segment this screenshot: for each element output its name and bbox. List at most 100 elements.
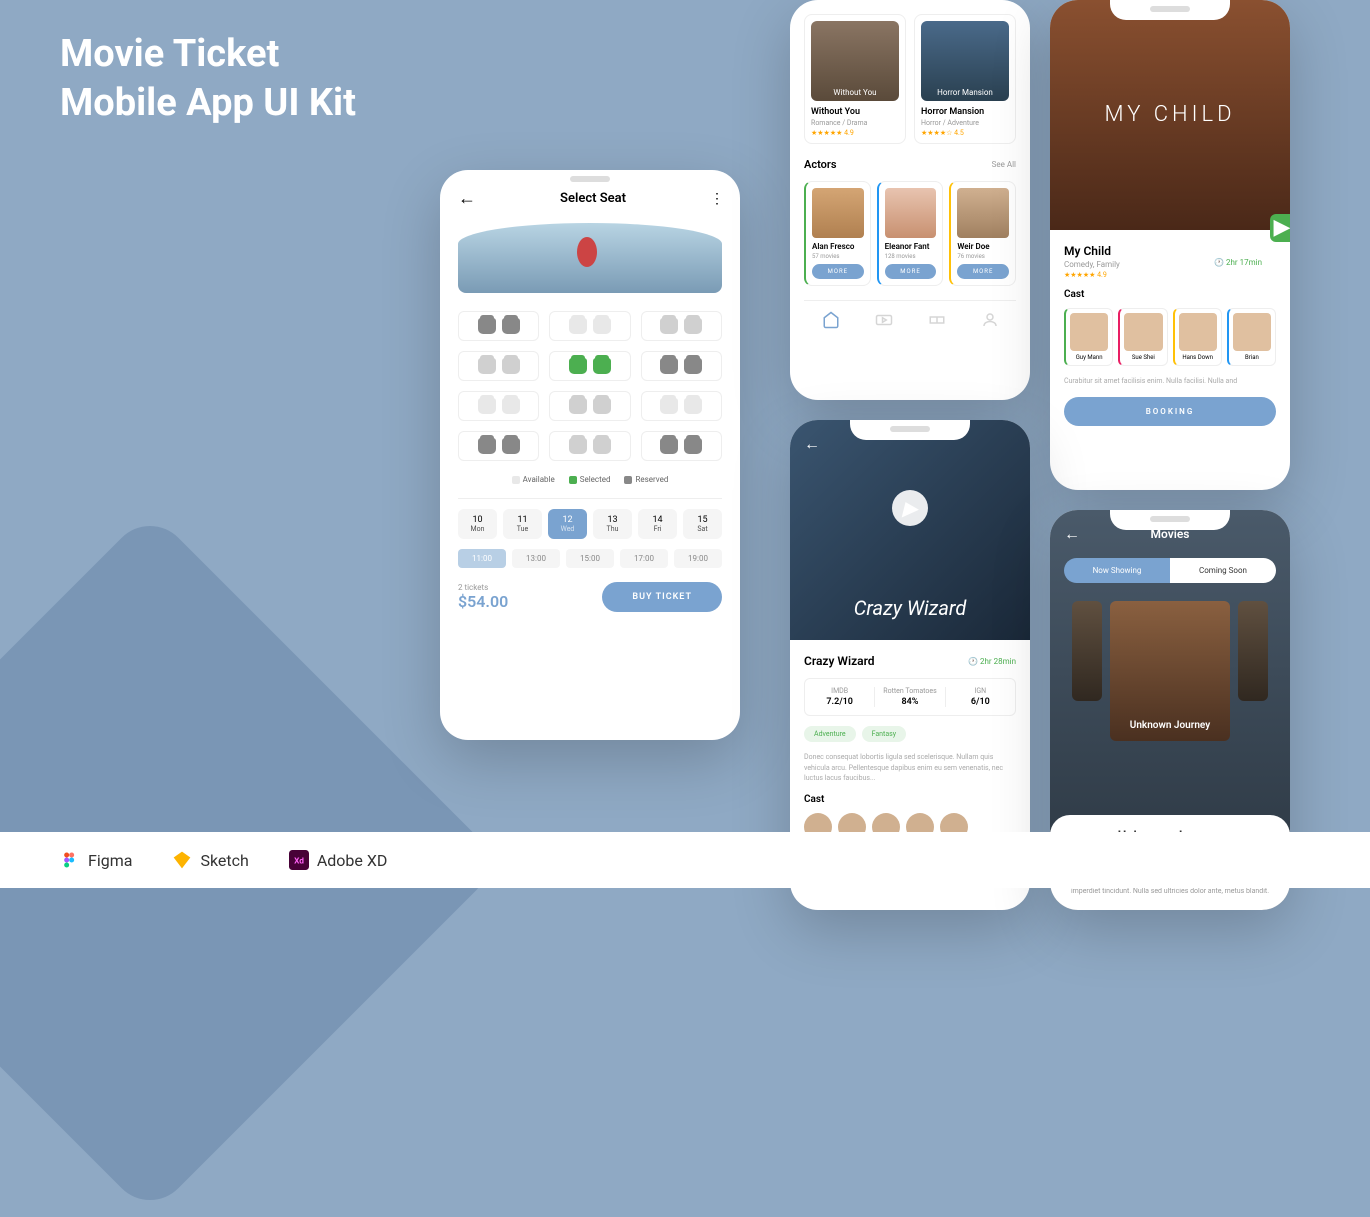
date-option[interactable]: 10Mon bbox=[458, 509, 497, 539]
seat[interactable] bbox=[569, 318, 587, 334]
more-button[interactable]: MORE bbox=[957, 264, 1009, 279]
carousel-item[interactable] bbox=[1238, 601, 1268, 701]
genre-tag[interactable]: Adventure bbox=[804, 726, 856, 742]
tool-xd: Xd Adobe XD bbox=[289, 850, 388, 870]
ratings-panel: IMDB7.2/10 Rotten Tomatoes84% IGN6/10 bbox=[804, 678, 1016, 716]
cast-card[interactable]: Sue Shei bbox=[1118, 308, 1167, 366]
description: Curabitur sit amet facilisis enim. Nulla… bbox=[1064, 376, 1276, 387]
tab-now-showing[interactable]: Now Showing bbox=[1064, 558, 1170, 583]
movie-title: My Child bbox=[1064, 244, 1276, 258]
bottom-nav bbox=[804, 300, 1016, 329]
section-title: Actors bbox=[804, 158, 836, 171]
seat[interactable] bbox=[502, 398, 520, 414]
seat[interactable] bbox=[502, 358, 520, 374]
play-button[interactable]: ▶ bbox=[1270, 214, 1290, 242]
phone-select-seat: ← Select Seat ⋮ Available Selected Reser… bbox=[440, 170, 740, 740]
date-option[interactable]: 15Sat bbox=[683, 509, 722, 539]
actor-card[interactable]: Alan Fresco 57 movies MORE bbox=[804, 181, 871, 286]
cast-card[interactable]: Guy Mann bbox=[1064, 308, 1113, 366]
actor-card[interactable]: Eleanor Fant 128 movies MORE bbox=[877, 181, 944, 286]
back-icon[interactable]: ← bbox=[458, 188, 476, 209]
seat-grid bbox=[458, 311, 722, 461]
xd-icon: Xd bbox=[289, 850, 309, 870]
seat[interactable] bbox=[569, 398, 587, 414]
seat[interactable] bbox=[502, 438, 520, 454]
movie-banner bbox=[458, 223, 722, 293]
cast-photo bbox=[1070, 313, 1108, 351]
home-icon[interactable] bbox=[822, 311, 840, 329]
seat[interactable] bbox=[478, 358, 496, 374]
phone-movie-list: Without You Without You Romance / Drama … bbox=[790, 0, 1030, 400]
more-button[interactable]: MORE bbox=[812, 264, 864, 279]
star-rating: ★★★★★ 4.9 bbox=[1064, 271, 1276, 279]
cast-card[interactable]: Hans Down bbox=[1173, 308, 1222, 366]
booking-button[interactable]: BOOKING bbox=[1064, 397, 1276, 426]
movie-card[interactable]: Without You Without You Romance / Drama … bbox=[804, 14, 906, 144]
tool-figma: Figma bbox=[60, 850, 132, 870]
screen-title: Select Seat bbox=[476, 191, 710, 206]
cast-label: Cast bbox=[1064, 289, 1276, 300]
date-option[interactable]: 12Wed bbox=[548, 509, 587, 539]
seat[interactable] bbox=[684, 318, 702, 334]
seat[interactable] bbox=[593, 438, 611, 454]
seat[interactable] bbox=[660, 438, 678, 454]
seat[interactable] bbox=[478, 318, 496, 334]
profile-icon[interactable] bbox=[981, 311, 999, 329]
seat[interactable] bbox=[660, 398, 678, 414]
seat[interactable] bbox=[684, 438, 702, 454]
date-option[interactable]: 14Fri bbox=[638, 509, 677, 539]
movie-card[interactable]: Horror Mansion Horror Mansion Horror / A… bbox=[914, 14, 1016, 144]
seat[interactable] bbox=[593, 398, 611, 414]
cast-photo bbox=[1179, 313, 1217, 351]
total-price: $54.00 bbox=[458, 592, 508, 611]
page-title: Movie Ticket Mobile App UI Kit bbox=[60, 30, 356, 129]
seat[interactable] bbox=[478, 398, 496, 414]
time-option[interactable]: 19:00 bbox=[674, 549, 722, 568]
actor-photo bbox=[957, 188, 1009, 238]
seat[interactable] bbox=[569, 438, 587, 454]
seat-legend: Available Selected Reserved bbox=[458, 475, 722, 484]
movie-carousel[interactable]: Unknown Journey bbox=[1064, 601, 1276, 741]
play-button[interactable]: ▶ bbox=[892, 490, 928, 526]
cast-photo bbox=[1124, 313, 1162, 351]
seat[interactable] bbox=[593, 358, 611, 374]
seat[interactable] bbox=[502, 318, 520, 334]
seat[interactable] bbox=[660, 358, 678, 374]
time-option[interactable]: 17:00 bbox=[620, 549, 668, 568]
ticket-icon[interactable] bbox=[928, 311, 946, 329]
date-picker: 10Mon 11Tue 12Wed 13Thu 14Fri 15Sat bbox=[458, 498, 722, 539]
figma-icon bbox=[60, 850, 80, 870]
description: Donec consequat lobortis ligula sed scel… bbox=[804, 752, 1016, 784]
seat[interactable] bbox=[593, 318, 611, 334]
more-button[interactable]: MORE bbox=[885, 264, 937, 279]
carousel-item-main[interactable]: Unknown Journey bbox=[1110, 601, 1230, 741]
duration: 🕐 2hr 17min bbox=[1214, 258, 1262, 267]
seat[interactable] bbox=[660, 318, 678, 334]
movie-hero: ← ▶ Crazy Wizard bbox=[790, 420, 1030, 640]
cast-label: Cast bbox=[804, 794, 1016, 805]
back-icon[interactable]: ← bbox=[804, 434, 820, 453]
seat[interactable] bbox=[478, 438, 496, 454]
actor-card[interactable]: Weir Doe 76 movies MORE bbox=[949, 181, 1016, 286]
time-option[interactable]: 15:00 bbox=[566, 549, 614, 568]
tab-coming-soon[interactable]: Coming Soon bbox=[1170, 558, 1276, 583]
back-icon[interactable]: ← bbox=[1064, 524, 1080, 544]
video-icon[interactable] bbox=[875, 311, 893, 329]
seat[interactable] bbox=[684, 358, 702, 374]
buy-ticket-button[interactable]: BUY TICKET bbox=[602, 582, 722, 612]
movie-title: Crazy Wizard bbox=[804, 654, 875, 668]
cast-card[interactable]: Brian bbox=[1227, 308, 1276, 366]
carousel-item[interactable] bbox=[1072, 601, 1102, 701]
time-option[interactable]: 13:00 bbox=[512, 549, 560, 568]
more-icon[interactable]: ⋮ bbox=[710, 191, 722, 207]
sketch-icon bbox=[172, 850, 192, 870]
svg-text:Xd: Xd bbox=[294, 856, 304, 866]
see-all-link[interactable]: See All bbox=[992, 160, 1016, 169]
date-option[interactable]: 11Tue bbox=[503, 509, 542, 539]
seat[interactable] bbox=[569, 358, 587, 374]
genre-tag[interactable]: Fantasy bbox=[862, 726, 906, 742]
date-option[interactable]: 13Thu bbox=[593, 509, 632, 539]
tools-bar: Figma Sketch Xd Adobe XD bbox=[0, 832, 1370, 888]
time-option[interactable]: 11:00 bbox=[458, 549, 506, 568]
seat[interactable] bbox=[684, 398, 702, 414]
